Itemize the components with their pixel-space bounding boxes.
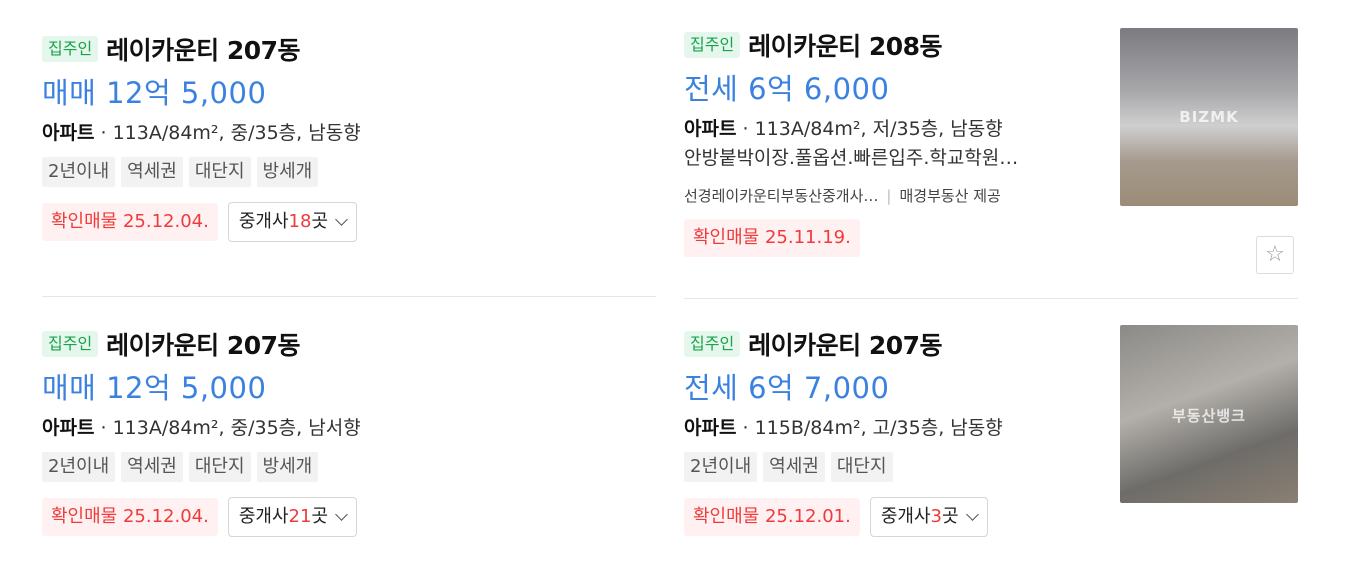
brokers-count: 21 [288, 506, 312, 527]
chevron-down-icon [335, 508, 348, 521]
listing-spec: 아파트 · 115B/84m², 고/35층, 남동향 [684, 417, 1003, 439]
listing-thumbnail[interactable]: BIZMK [1120, 28, 1298, 206]
thumbnail-watermark: BIZMK [1179, 108, 1239, 126]
listing-card[interactable]: 집주인 레이카운티 207동 매매 12억 5,000 아파트 · 113A/8… [42, 326, 656, 538]
listing-title[interactable]: 레이카운티 207동 [106, 31, 300, 67]
spec-detail: 115B/84m², 고/35층, 남동향 [754, 417, 1003, 439]
owner-badge: 집주인 [684, 331, 741, 357]
brokers-count: 18 [288, 211, 312, 232]
property-type: 아파트 [684, 118, 737, 140]
tag: 2년이내 [684, 452, 758, 482]
owner-badge: 집주인 [42, 36, 99, 62]
listing-title[interactable]: 레이카운티 207동 [748, 326, 942, 362]
spec-detail: 113A/84m², 저/35층, 남동향 [754, 118, 1003, 140]
tag: 2년이내 [42, 452, 116, 482]
tag-list: 2년이내 역세권 대단지 방세개 [42, 452, 656, 482]
listing-thumbnail[interactable]: 부동산뱅크 [1120, 325, 1298, 503]
listing-spec: 아파트 · 113A/84m², 저/35층, 남동향 [684, 118, 1003, 140]
brokers-label: 중개사 [880, 506, 931, 527]
chevron-down-icon [335, 213, 348, 226]
listing-price: 매매 12억 5,000 [42, 371, 267, 405]
listing-price: 전세 6억 7,000 [684, 371, 890, 405]
tag: 역세권 [121, 452, 183, 482]
property-type: 아파트 [42, 122, 95, 144]
brokers-suffix: 곳 [311, 211, 328, 232]
divider [42, 296, 656, 297]
divider [684, 298, 1298, 299]
listing-spec: 아파트 · 113A/84m², 중/35층, 남서향 [42, 417, 361, 439]
thumbnail-watermark: 부동산뱅크 [1171, 407, 1246, 425]
listing-price: 전세 6억 6,000 [684, 72, 890, 106]
tag: 방세개 [256, 157, 319, 187]
verified-badge: 확인매물 25.12.04. [42, 203, 218, 241]
listing-title[interactable]: 레이카운티 207동 [106, 326, 300, 362]
provider-name: 매경부동산 제공 [899, 187, 1001, 205]
tag: 역세권 [763, 452, 825, 482]
spec-detail: 113A/84m², 중/35층, 남동향 [112, 122, 361, 144]
brokers-label: 중개사 [238, 506, 289, 527]
listing-price: 매매 12억 5,000 [42, 76, 267, 110]
agent-line: 선경레이카운티부동산중개사… | 매경부동산 제공 [684, 181, 1104, 211]
separator: | [886, 187, 892, 205]
brokers-count: 3 [930, 506, 942, 527]
owner-badge: 집주인 [684, 32, 741, 58]
listing-card[interactable]: 집주인 레이카운티 207동 매매 12억 5,000 아파트 · 113A/8… [42, 31, 656, 243]
listing-card[interactable]: 집주인 레이카운티 207동 전세 6억 7,000 아파트 · 115B/84… [684, 326, 1104, 538]
property-type: 아파트 [684, 417, 737, 439]
property-type: 아파트 [42, 417, 95, 439]
brokers-dropdown-button[interactable]: 중개사 21 곳 [227, 497, 357, 537]
listing-title[interactable]: 레이카운티 208동 [748, 27, 942, 63]
agent-name[interactable]: 선경레이카운티부동산중개사… [684, 187, 878, 205]
brokers-suffix: 곳 [941, 506, 959, 527]
listing-spec: 아파트 · 113A/84m², 중/35층, 남동향 [42, 122, 361, 144]
verified-badge: 확인매물 25.12.01. [684, 498, 860, 536]
spec-detail: 113A/84m², 중/35층, 남서향 [112, 417, 361, 439]
brokers-label: 중개사 [238, 211, 289, 232]
tag: 대단지 [188, 452, 251, 482]
brokers-dropdown-button[interactable]: 중개사 18 곳 [227, 202, 357, 242]
verified-badge: 확인매물 25.11.19. [684, 219, 860, 257]
chevron-down-icon [965, 508, 979, 521]
tag: 대단지 [830, 452, 893, 482]
brokers-dropdown-button[interactable]: 중개사 3곳 [869, 497, 988, 537]
star-outline-icon[interactable]: ☆ [1256, 236, 1294, 274]
tag: 2년이내 [42, 157, 116, 187]
listing-card[interactable]: 집주인 레이카운티 208동 전세 6억 6,000 아파트 · 113A/84… [684, 27, 1104, 259]
owner-badge: 집주인 [42, 331, 99, 357]
brokers-suffix: 곳 [311, 506, 328, 527]
tag: 역세권 [121, 157, 183, 187]
tag-list: 2년이내 역세권 대단지 [684, 452, 1104, 482]
tag: 방세개 [256, 452, 319, 482]
tag-list: 2년이내 역세권 대단지 방세개 [42, 157, 656, 187]
listing-description: 안방붙박이장.풀옵션.빠른입주.학교학원… [684, 147, 1019, 169]
verified-badge: 확인매물 25.12.04. [42, 498, 218, 536]
tag: 대단지 [188, 157, 251, 187]
